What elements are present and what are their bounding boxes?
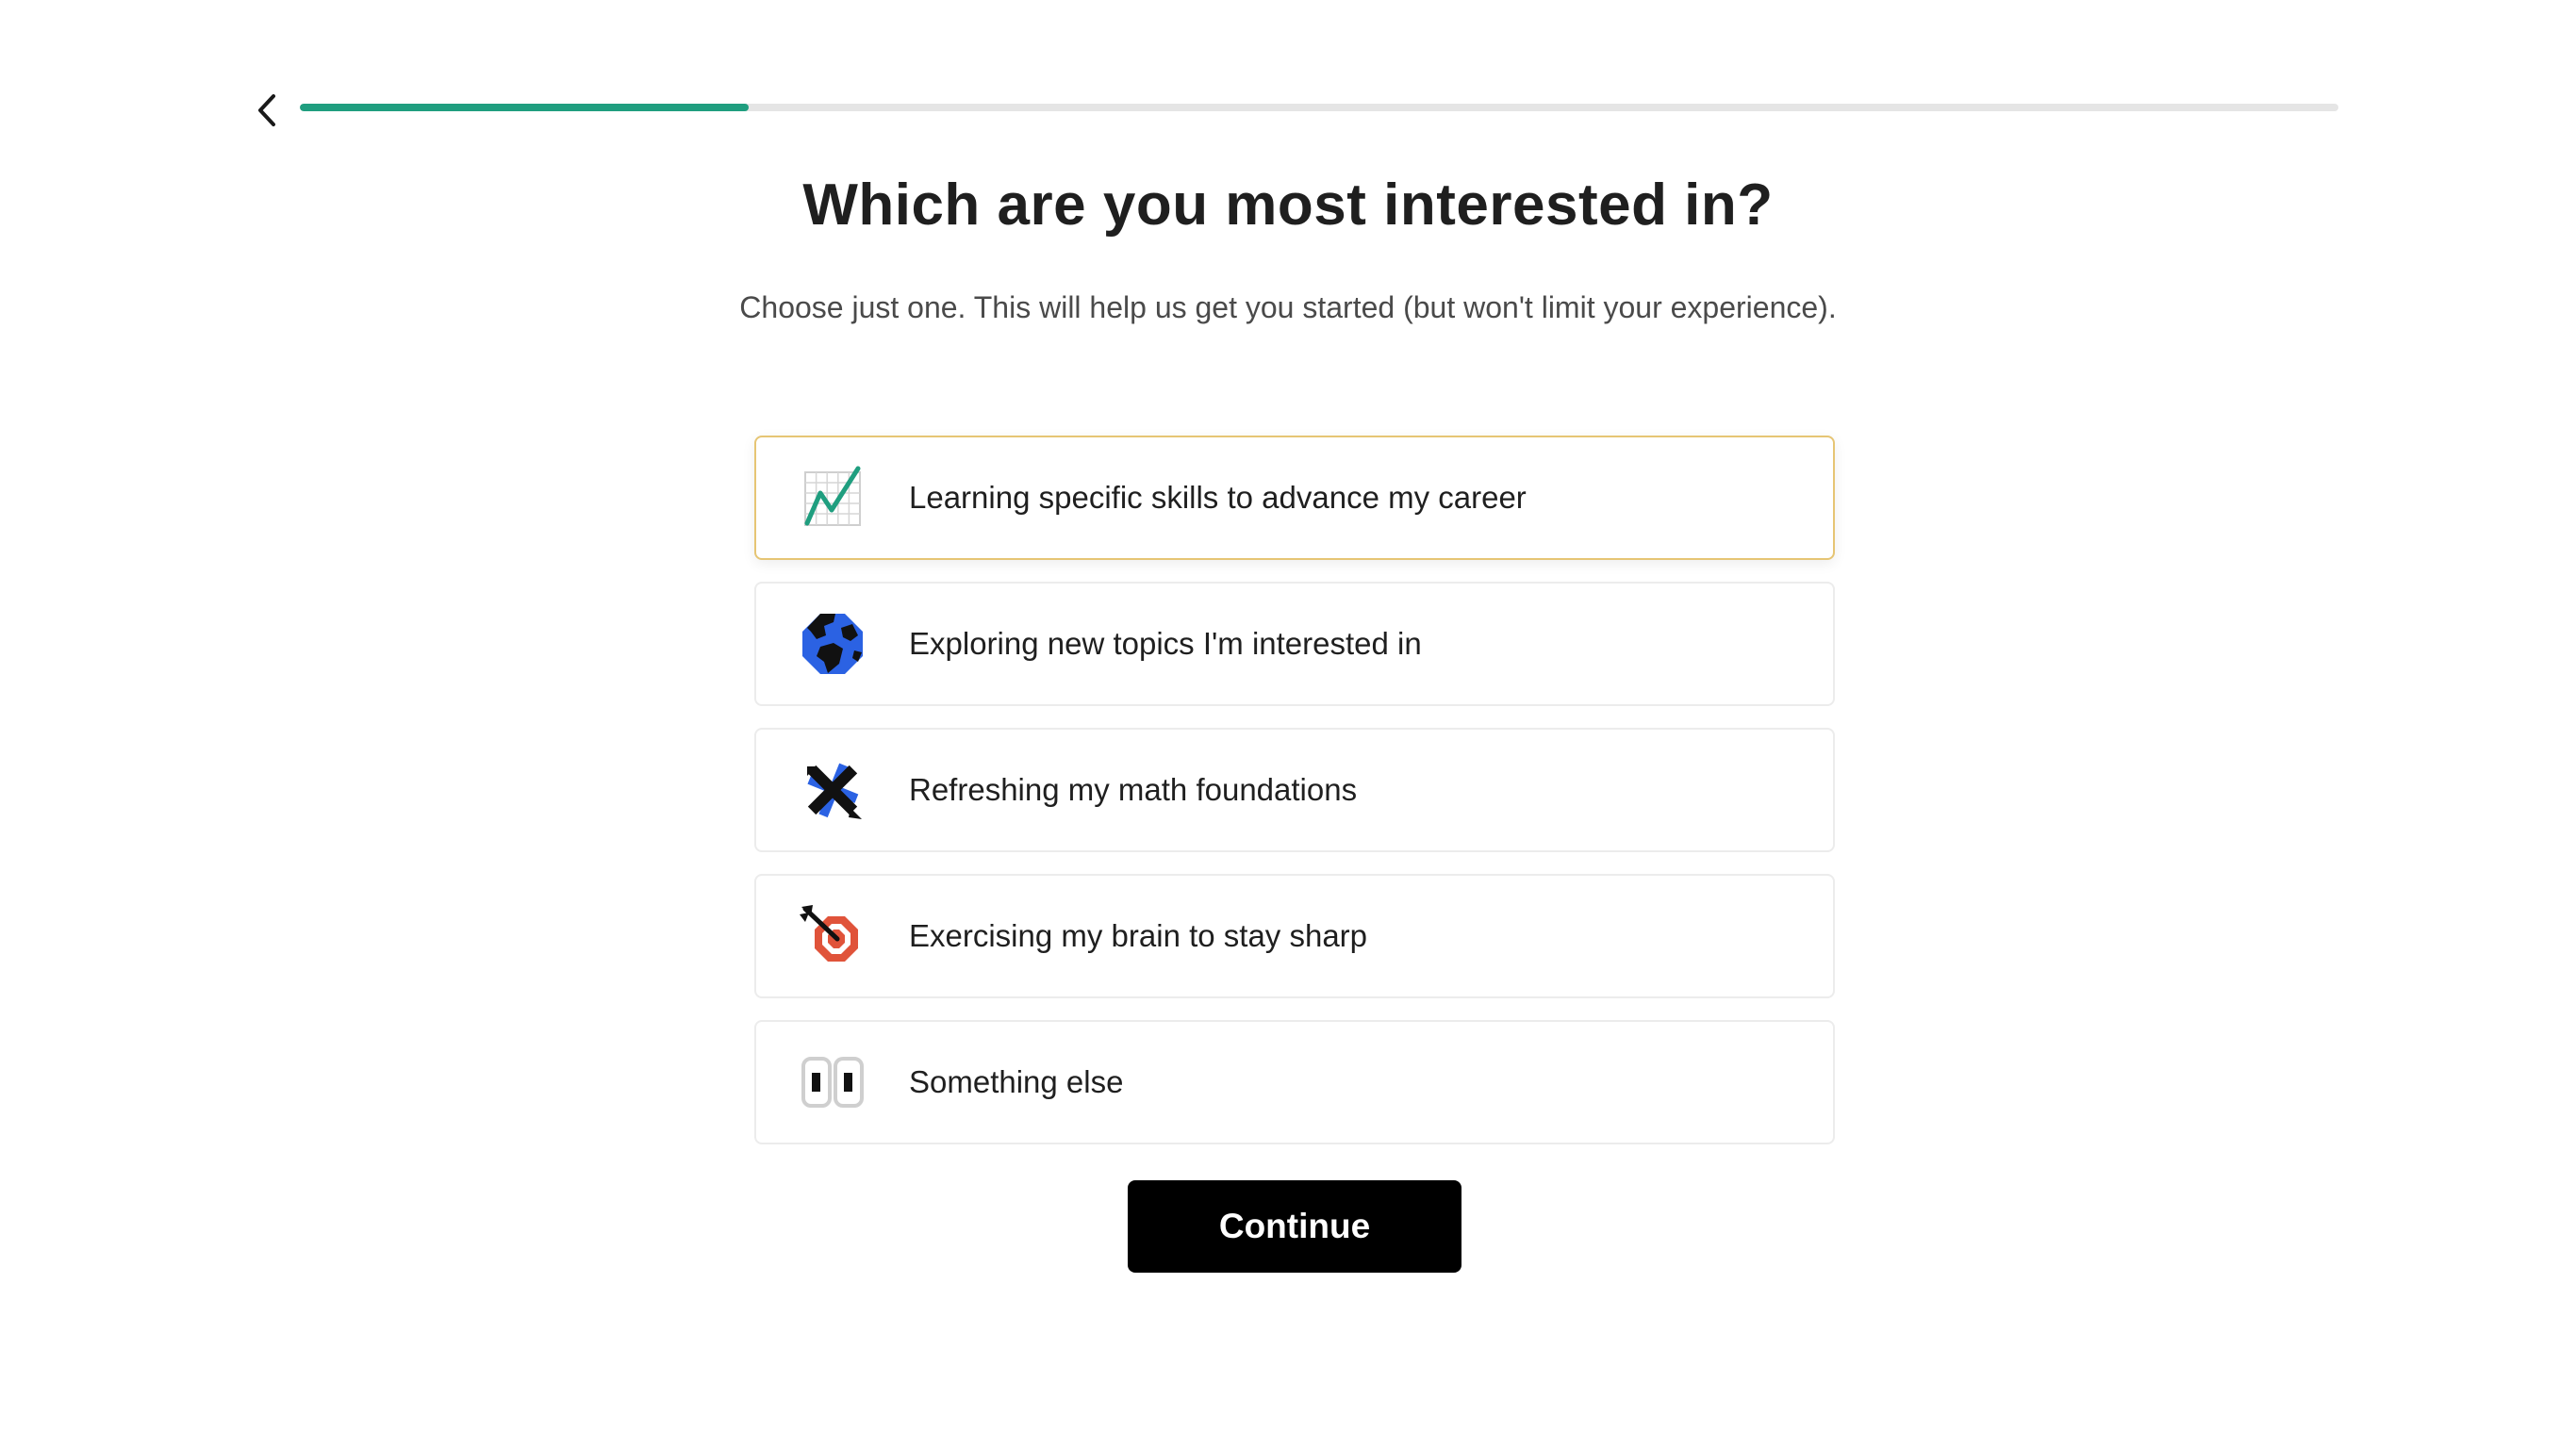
math-operators-icon <box>800 757 866 823</box>
page-subtitle: Choose just one. This will help us get y… <box>739 290 1837 324</box>
onboarding-page: Which are you most interested in? Choose… <box>0 0 2576 1448</box>
chart-trend-icon <box>800 465 866 531</box>
page-title: Which are you most interested in? <box>802 173 1774 238</box>
back-button[interactable] <box>243 87 290 134</box>
option-label: Refreshing my math foundations <box>909 772 1358 807</box>
eyes-icon <box>800 1049 866 1115</box>
progress-bar-fill <box>300 104 749 111</box>
option-explore-topics[interactable]: Exploring new topics I'm interested in <box>754 582 1835 706</box>
option-brain-exercise[interactable]: Exercising my brain to stay sharp <box>754 874 1835 998</box>
option-label: Learning specific skills to advance my c… <box>909 480 1527 515</box>
option-something-else[interactable]: Something else <box>754 1020 1835 1144</box>
target-dart-icon <box>800 903 866 969</box>
option-math-foundations[interactable]: Refreshing my math foundations <box>754 728 1835 852</box>
option-list: Learning specific skills to advance my c… <box>754 436 1835 1166</box>
option-label: Exploring new topics I'm interested in <box>909 626 1422 661</box>
option-career-skills[interactable]: Learning specific skills to advance my c… <box>754 436 1835 560</box>
option-label: Something else <box>909 1064 1124 1099</box>
progress-bar <box>300 104 2338 111</box>
option-label: Exercising my brain to stay sharp <box>909 918 1368 953</box>
globe-icon <box>800 611 866 677</box>
continue-button[interactable]: Continue <box>1128 1180 1461 1273</box>
chevron-left-icon <box>258 94 275 126</box>
